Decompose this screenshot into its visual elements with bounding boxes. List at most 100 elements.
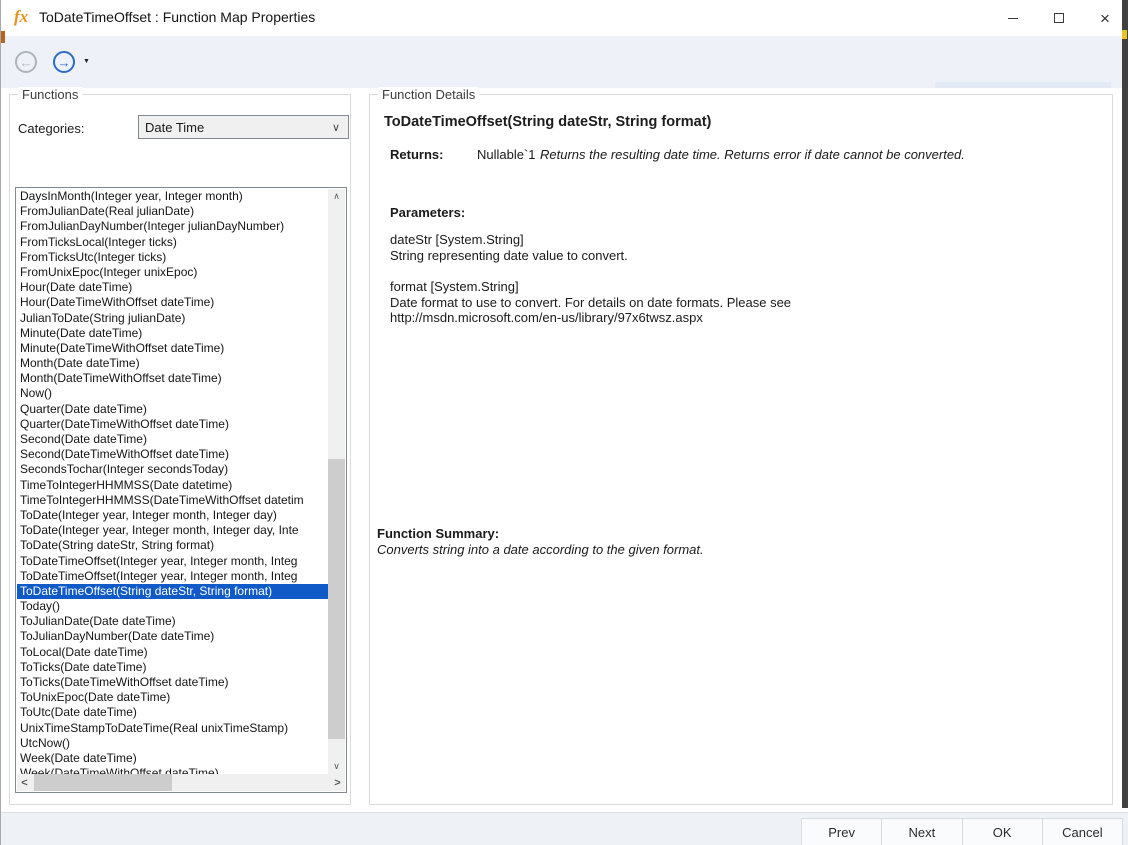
scroll-down-button[interactable]: ∨ — [328, 759, 345, 774]
function-list: DaysInMonth(Integer year, Integer month)… — [17, 189, 328, 774]
maximize-button[interactable] — [1036, 0, 1082, 36]
functions-panel: Functions Categories: Date Time ∨ DaysIn… — [9, 94, 351, 805]
background-window-sliver — [1, 31, 5, 43]
function-list-item[interactable]: ToDateTimeOffset(Integer year, Integer m… — [17, 554, 328, 569]
function-list-item[interactable]: ToUnixEpoc(Date dateTime) — [17, 690, 328, 705]
function-list-item[interactable]: Second(DateTimeWithOffset dateTime) — [17, 447, 328, 462]
returns-row: Returns: Nullable`1 Returns the resultin… — [390, 147, 1102, 162]
main-content: Functions Categories: Date Time ∨ DaysIn… — [1, 88, 1128, 812]
next-button[interactable]: Next — [881, 818, 962, 845]
function-list-item[interactable]: ToJulianDayNumber(Date dateTime) — [17, 629, 328, 644]
horizontal-scrollbar[interactable]: < > — [17, 774, 345, 791]
close-icon: × — [1100, 10, 1110, 27]
function-list-item[interactable]: ToTicks(Date dateTime) — [17, 660, 328, 675]
scroll-up-button[interactable]: ∧ — [328, 189, 345, 204]
scroll-up-icon: ∧ — [333, 191, 340, 202]
function-list-item[interactable]: ToDateTimeOffset(Integer year, Integer m… — [17, 569, 328, 584]
function-list-item[interactable]: Month(Date dateTime) — [17, 356, 328, 371]
parameters-label: Parameters: — [390, 205, 465, 220]
horizontal-scrollbar-thumb[interactable] — [34, 774, 172, 791]
function-list-item[interactable]: TimeToIntegerHHMMSS(DateTimeWithOffset d… — [17, 493, 328, 508]
toolbar: ← → ▼ Editing: ToDateTimeOffset ▼ — [1, 36, 1128, 88]
parameter-description-line: String representing date value to conver… — [390, 248, 1102, 264]
function-list-item[interactable]: Quarter(DateTimeWithOffset dateTime) — [17, 417, 328, 432]
function-list-item[interactable]: FromTicksUtc(Integer ticks) — [17, 250, 328, 265]
function-list-item[interactable]: ToDateTimeOffset(String dateStr, String … — [17, 584, 328, 599]
function-list-item[interactable]: ToUtc(Date dateTime) — [17, 705, 328, 720]
cancel-button[interactable]: Cancel — [1042, 818, 1123, 845]
categories-label: Categories: — [18, 121, 84, 136]
function-list-item[interactable]: FromJulianDate(Real julianDate) — [17, 204, 328, 219]
prev-button[interactable]: Prev — [801, 818, 882, 845]
returns-description: Returns the resulting date time. Returns… — [540, 147, 1102, 162]
forward-button[interactable]: → — [53, 51, 75, 73]
function-list-item[interactable]: Minute(DateTimeWithOffset dateTime) — [17, 341, 328, 356]
function-summary-label: Function Summary: — [377, 526, 499, 541]
vertical-scrollbar-thumb[interactable] — [328, 459, 345, 739]
chevron-down-icon: ∨ — [332, 121, 348, 134]
parameter-name: dateStr [System.String] — [390, 232, 1102, 248]
fx-function-icon: fx — [14, 7, 28, 27]
function-list-item[interactable]: DaysInMonth(Integer year, Integer month) — [17, 189, 328, 204]
function-list-item[interactable]: Hour(DateTimeWithOffset dateTime) — [17, 295, 328, 310]
function-list-item[interactable]: ToTicks(DateTimeWithOffset dateTime) — [17, 675, 328, 690]
minimize-button[interactable] — [990, 0, 1036, 36]
function-list-item[interactable]: Hour(Date dateTime) — [17, 280, 328, 295]
minimize-icon — [1008, 18, 1018, 19]
scroll-left-button[interactable]: < — [17, 774, 32, 791]
scroll-right-button[interactable]: > — [330, 774, 345, 791]
function-list-item[interactable]: FromUnixEpoc(Integer unixEpoc) — [17, 265, 328, 280]
scroll-right-icon: > — [334, 777, 340, 789]
scroll-left-icon: < — [21, 777, 27, 789]
categories-select[interactable]: Date Time ∨ — [138, 115, 349, 139]
function-list-item[interactable]: ToDate(String dateStr, String format) — [17, 538, 328, 553]
chevron-down-icon: ▼ — [83, 58, 90, 65]
function-list-item[interactable]: Today() — [17, 599, 328, 614]
function-list-item[interactable]: Minute(Date dateTime) — [17, 326, 328, 341]
function-map-properties-dialog: fx ToDateTimeOffset : Function Map Prope… — [0, 0, 1128, 845]
function-details-panel: Function Details ToDateTimeOffset(String… — [369, 94, 1113, 805]
ok-button[interactable]: OK — [962, 818, 1043, 845]
background-window-edge — [1122, 0, 1128, 808]
function-list-item[interactable]: ToJulianDate(Date dateTime) — [17, 614, 328, 629]
function-list-item[interactable]: Week(Date dateTime) — [17, 751, 328, 766]
function-list-item[interactable]: Quarter(Date dateTime) — [17, 402, 328, 417]
function-list-item[interactable]: Second(Date dateTime) — [17, 432, 328, 447]
function-list-item[interactable]: ToDate(Integer year, Integer month, Inte… — [17, 523, 328, 538]
function-list-item[interactable]: UnixTimeStampToDateTime(Real unixTimeSta… — [17, 721, 328, 736]
categories-selected-value: Date Time — [139, 120, 332, 135]
scroll-down-icon: ∨ — [333, 761, 340, 772]
window-controls: × — [990, 0, 1128, 36]
function-list-item[interactable]: Week(DateTimeWithOffset dateTime) — [17, 766, 328, 774]
function-list-item[interactable]: JulianToDate(String julianDate) — [17, 311, 328, 326]
title-bar: fx ToDateTimeOffset : Function Map Prope… — [1, 0, 1128, 36]
parameter-description-line: Date format to use to convert. For detai… — [390, 295, 1102, 311]
parameter-block: format [System.String]Date format to use… — [390, 279, 1102, 326]
footer-buttons: PrevNextOKCancel — [801, 818, 1123, 845]
function-list-item[interactable]: SecondsTochar(Integer secondsToday) — [17, 462, 328, 477]
function-listbox: DaysInMonth(Integer year, Integer month)… — [15, 187, 347, 793]
function-summary-text: Converts string into a date according to… — [377, 542, 1102, 557]
parameter-description-line: http://msdn.microsoft.com/en-us/library/… — [390, 310, 1102, 326]
function-list-item[interactable]: FromJulianDayNumber(Integer julianDayNum… — [17, 219, 328, 234]
function-list-item[interactable]: FromTicksLocal(Integer ticks) — [17, 235, 328, 250]
parameters-list: dateStr [System.String]String representi… — [390, 232, 1102, 342]
forward-dropdown-button[interactable]: ▼ — [83, 58, 90, 65]
function-list-item[interactable]: UtcNow() — [17, 736, 328, 751]
background-window-notch — [1122, 30, 1127, 39]
vertical-scrollbar[interactable]: ∧ ∨ — [328, 189, 345, 774]
function-list-item[interactable]: ToLocal(Date dateTime) — [17, 645, 328, 660]
footer: PrevNextOKCancel — [1, 812, 1128, 845]
function-list-item[interactable]: Now() — [17, 386, 328, 401]
maximize-icon — [1054, 13, 1064, 23]
parameter-name: format [System.String] — [390, 279, 1102, 295]
function-details-title: Function Details — [378, 87, 479, 102]
back-button[interactable]: ← — [15, 51, 37, 73]
function-list-item[interactable]: ToDate(Integer year, Integer month, Inte… — [17, 508, 328, 523]
returns-type: Nullable`1 — [477, 147, 540, 162]
functions-panel-title: Functions — [18, 87, 82, 102]
function-list-item[interactable]: Month(DateTimeWithOffset dateTime) — [17, 371, 328, 386]
function-list-item[interactable]: TimeToIntegerHHMMSS(Date datetime) — [17, 478, 328, 493]
forward-arrow-icon: → — [58, 56, 71, 69]
back-arrow-icon: ← — [20, 56, 33, 69]
